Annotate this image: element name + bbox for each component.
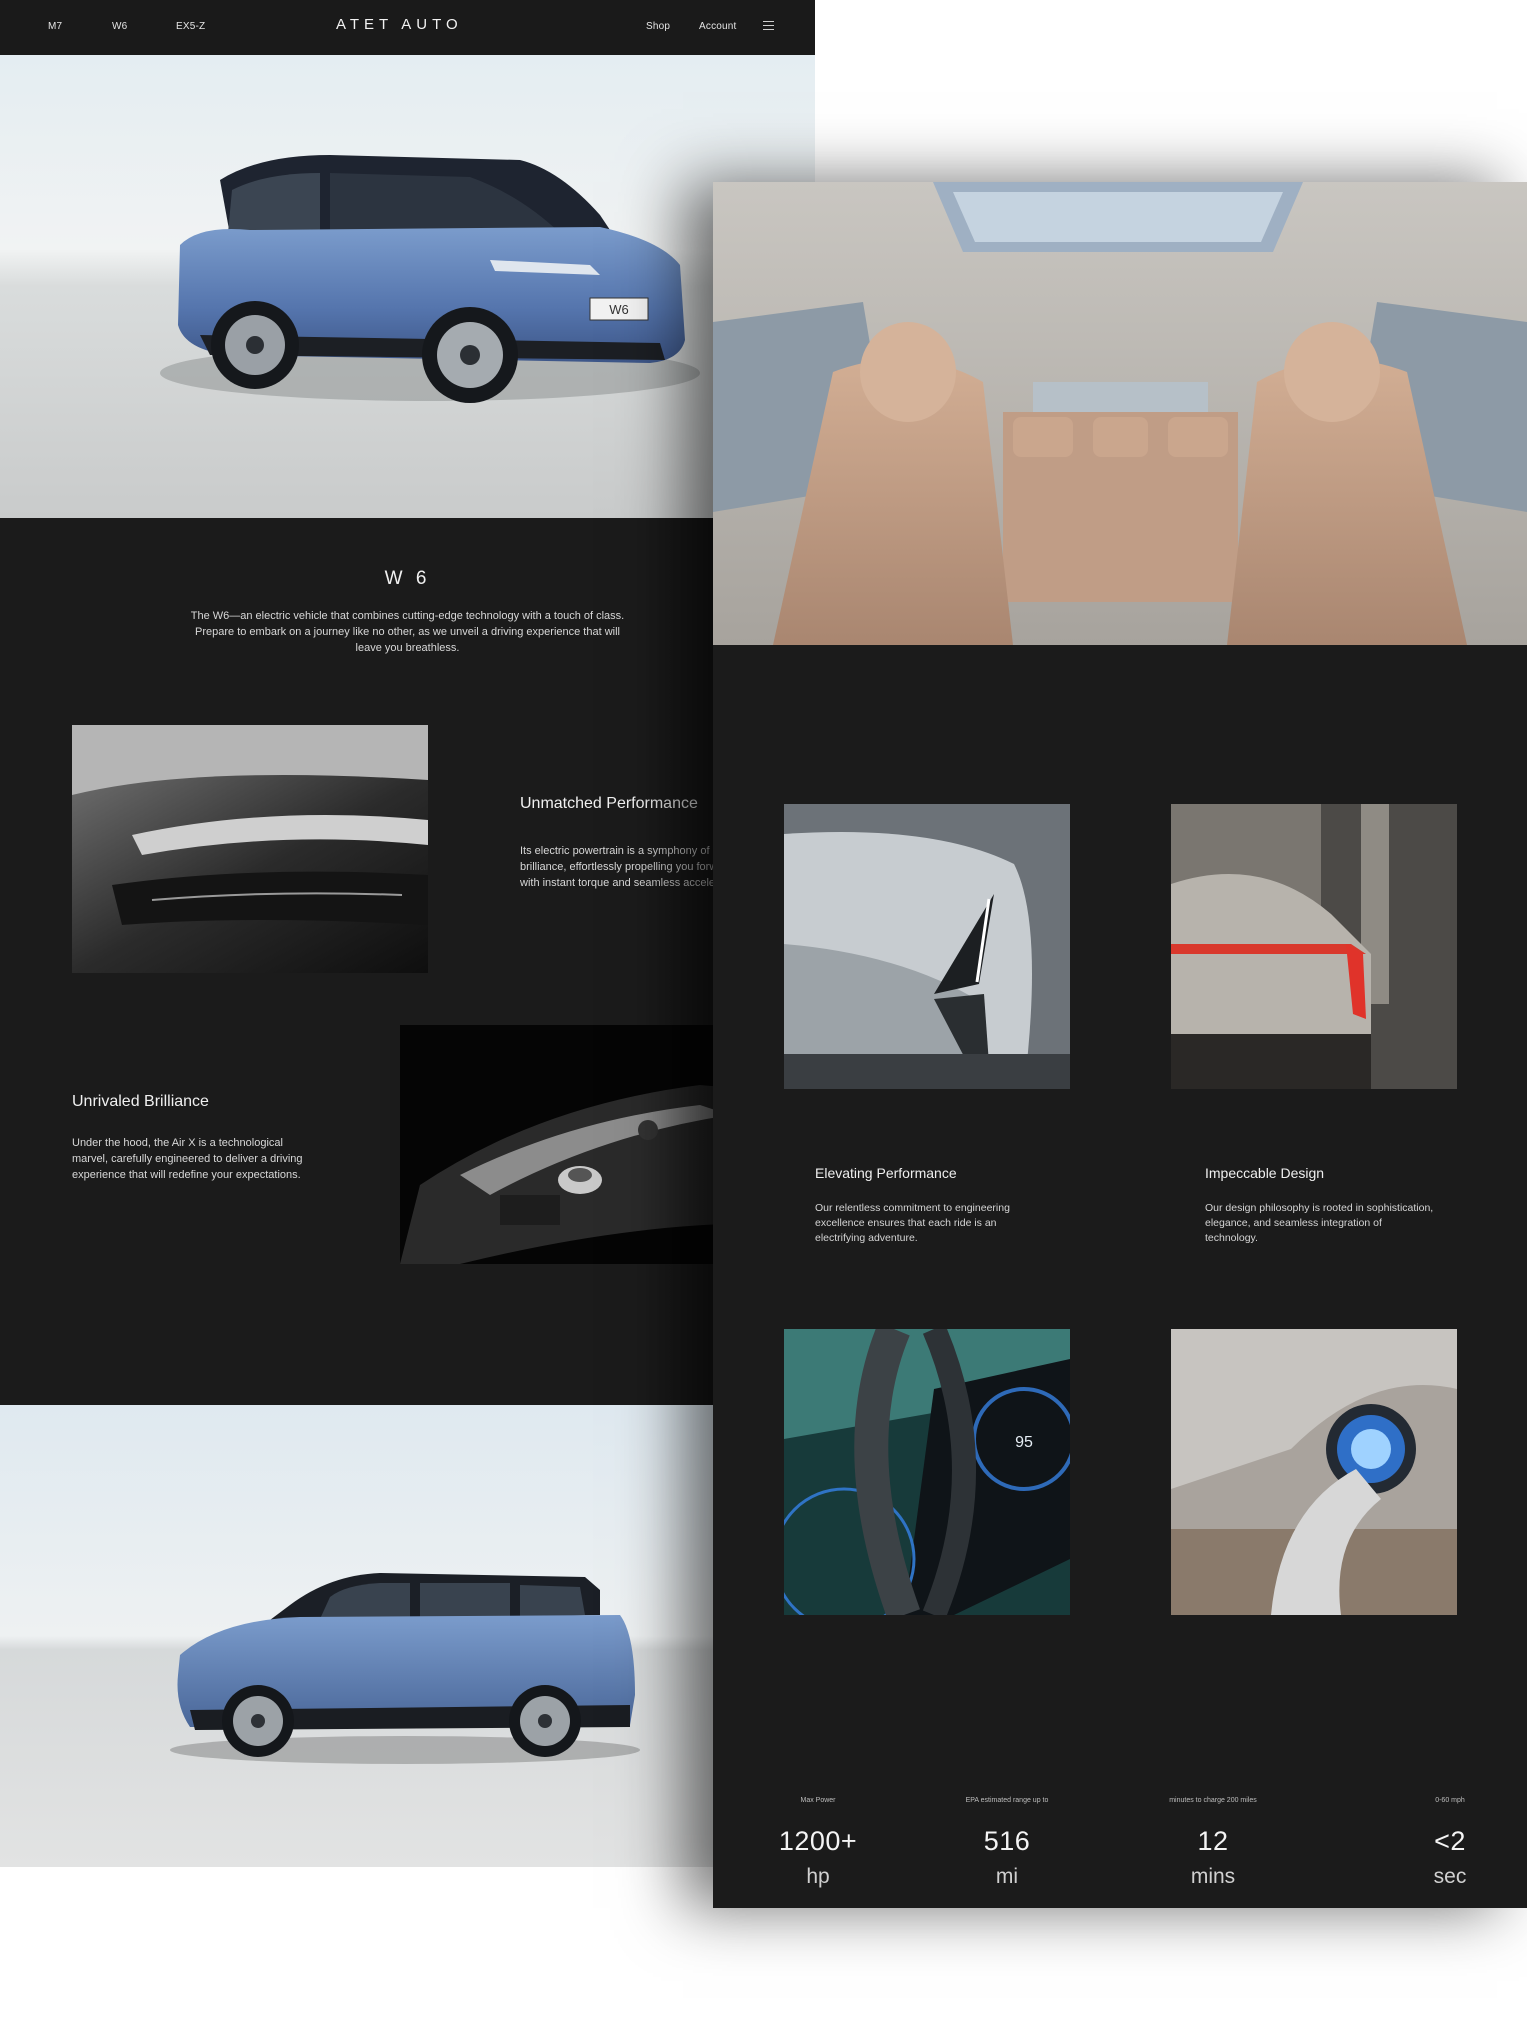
tail-light-bw-image (72, 725, 428, 973)
grid-title-design: Impeccable Design (1205, 1165, 1325, 1181)
nav-link-shop[interactable]: Shop (646, 21, 670, 32)
dashboard-display-image: 95 (784, 1329, 1070, 1615)
stat-label: minutes to charge 200 miles (1169, 1797, 1257, 1804)
feature-title-brilliance: Unrivaled Brilliance (72, 1093, 209, 1110)
stat-range: EPA estimated range up to 516 mi (947, 1797, 1067, 1889)
model-title: W 6 (384, 568, 431, 589)
grid-title-performance: Elevating Performance (815, 1165, 957, 1181)
nav-link-ex5z[interactable]: EX5-Z (176, 21, 205, 32)
stat-unit: mins (1190, 1865, 1236, 1888)
stat-acceleration: 0-60 mph <2 sec (1410, 1797, 1490, 1889)
feature-title-performance: Unmatched Performance (520, 795, 698, 812)
brand-logo[interactable]: ATET AUTO (336, 16, 463, 33)
stat-value: 12 (1197, 1826, 1229, 1856)
stat-label: Max Power (800, 1797, 836, 1804)
feature-text-brilliance: Under the hood, the Air X is a technolog… (72, 1137, 303, 1181)
stat-value: 516 (983, 1826, 1031, 1856)
stat-value: 1200+ (778, 1826, 858, 1856)
stat-unit: sec (1433, 1865, 1467, 1888)
top-navigation: M7 W6 EX5-Z ATET AUTO Shop Account (0, 0, 815, 55)
nav-link-w6[interactable]: W6 (112, 21, 127, 32)
side-profile-car-image (0, 1405, 815, 1867)
landing-page-right: Elevating Performance Our relentless com… (713, 182, 1527, 1908)
hamburger-menu-icon[interactable] (763, 21, 774, 30)
stat-value: <2 (1434, 1826, 1466, 1856)
stat-label: 0-60 mph (1435, 1797, 1465, 1804)
speed-readout: 95 (1015, 1434, 1033, 1451)
stat-unit: hp (806, 1865, 830, 1888)
nav-link-m7[interactable]: M7 (48, 21, 62, 32)
grid-text-design: Our design philosophy is rooted in sophi… (1205, 1202, 1434, 1244)
stat-label: EPA estimated range up to (965, 1797, 1049, 1804)
model-intro-text: The W6—an electric vehicle that combines… (190, 610, 625, 654)
nav-link-account[interactable]: Account (699, 21, 737, 32)
license-plate-text: W6 (609, 302, 629, 317)
headlight-closeup-image (784, 804, 1070, 1089)
stat-charge-time: minutes to charge 200 miles 12 mins (1153, 1797, 1273, 1889)
rear-light-garage-image (1171, 804, 1457, 1089)
charging-port-image (1171, 1329, 1457, 1615)
interior-seats-image (713, 182, 1527, 645)
grid-text-performance: Our relentless commitment to engineering… (815, 1202, 1010, 1244)
stat-unit: mi (995, 1865, 1019, 1888)
stat-max-power: Max Power 1200+ hp (758, 1797, 878, 1889)
hero-car-image: W6 (0, 55, 815, 518)
landing-page-left: M7 W6 EX5-Z ATET AUTO Shop Account W6 W … (0, 0, 815, 1867)
